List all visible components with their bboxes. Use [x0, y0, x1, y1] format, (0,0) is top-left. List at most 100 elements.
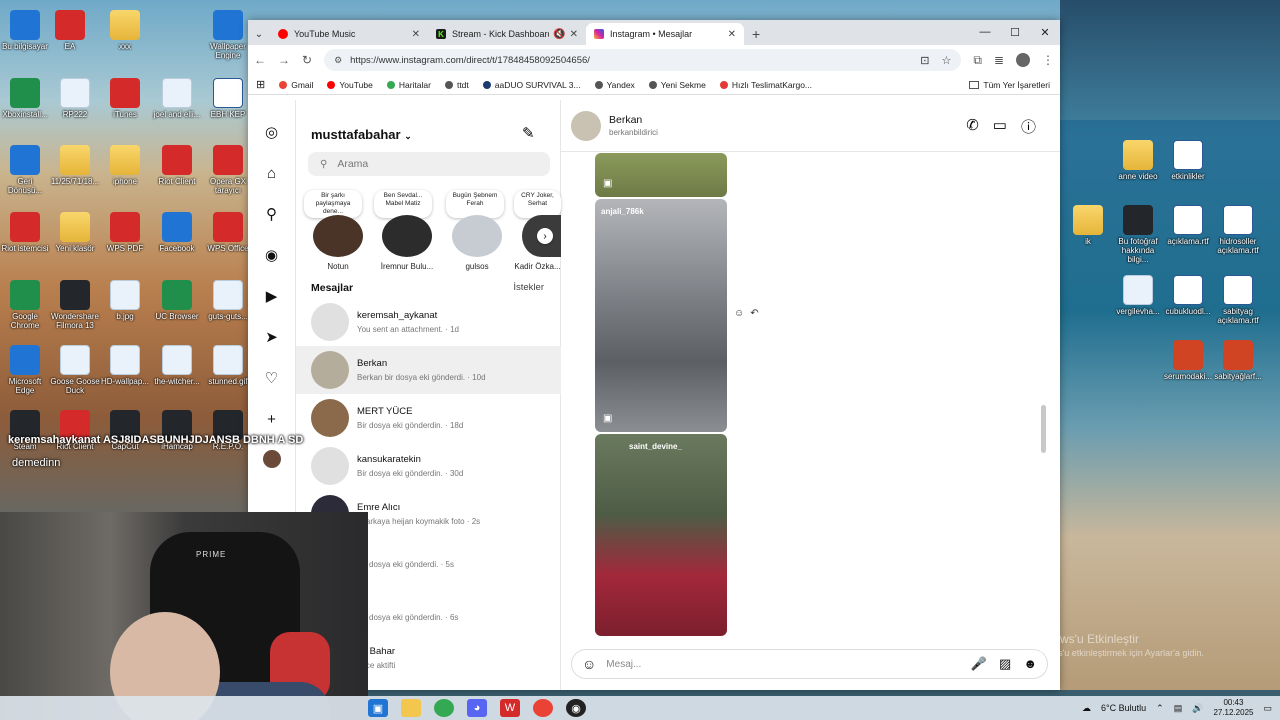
desktop-icon[interactable]: ik [1063, 205, 1113, 246]
bookmark-item[interactable]: ttdt [444, 80, 469, 90]
new-tab-icon[interactable]: + [752, 26, 760, 42]
back-icon[interactable]: ← [254, 53, 266, 67]
desktop-icon[interactable]: Wondershare Filmora 13 [50, 280, 100, 330]
chrome-icon[interactable] [533, 699, 553, 717]
maximize-icon[interactable]: ☐ [1000, 20, 1030, 44]
desktop-icon[interactable]: sabityag açıklama.rtf [1213, 275, 1263, 325]
network-icon[interactable]: ▤ [1174, 703, 1183, 714]
desktop-icon[interactable]: WPS PDF [100, 212, 150, 253]
bookmark-item[interactable]: aaDUO SURVIVAL 3... [482, 80, 581, 90]
shared-reel[interactable]: ▣ [595, 153, 727, 197]
chevron-right-icon[interactable]: › [537, 228, 553, 244]
wps-icon[interactable]: W [500, 699, 520, 717]
url-field[interactable]: ⚙ https://www.instagram.com/direct/t/178… [324, 49, 962, 71]
desktop-icon[interactable]: vergilevha... [1113, 275, 1163, 316]
conversation-row[interactable]: MERT YÜCE Bir dosya eki gönderdin. · 18d [296, 394, 561, 442]
desktop-icon[interactable]: joel and elli... [152, 78, 202, 119]
minimize-icon[interactable]: — [970, 20, 1000, 44]
explore-icon[interactable]: ◉ [262, 245, 282, 265]
note-avatar[interactable] [313, 215, 363, 257]
all-bookmarks[interactable]: Tüm Yer İşaretleri [969, 80, 1050, 90]
desktop-icon[interactable]: sabityağlarf... [1213, 340, 1263, 381]
desktop-icon[interactable]: b.jpg [100, 280, 150, 321]
desktop-icon[interactable]: stunned.gif [203, 345, 253, 386]
desktop-icon[interactable]: 11/25/71/18... [50, 145, 100, 186]
desktop-icon[interactable]: UC Browser [152, 280, 202, 321]
close-icon[interactable]: ✕ [728, 29, 736, 40]
obs-icon[interactable]: ◉ [566, 699, 586, 717]
profile-avatar[interactable] [262, 450, 281, 468]
desktop-icon[interactable]: Riot Client [152, 145, 202, 186]
desktop-icon[interactable]: RP222 [50, 78, 100, 119]
desktop-icon[interactable]: Wallpaper Engine [203, 10, 253, 60]
desktop-icon[interactable]: Google Chrome [0, 280, 50, 330]
create-plus-icon[interactable]: + [262, 409, 282, 429]
new-message-icon[interactable]: ✎ [522, 124, 535, 142]
tab-kick-dashboard[interactable]: K Stream - Kick Dashboard 🔇 ✕ [428, 23, 586, 45]
account-switcher[interactable]: musttafabahar ⌄ [311, 127, 412, 142]
video-call-icon[interactable]: ▭ [993, 116, 1007, 137]
message-input[interactable]: ☺ Mesaj... 🎤 ▨ ☻ [571, 649, 1048, 679]
desktop-icon[interactable]: serumodaki... [1163, 340, 1213, 381]
menu-icon[interactable]: ⋮ [1042, 53, 1054, 67]
emoji-react-icon[interactable]: ☺ [734, 308, 744, 319]
bookmark-item[interactable]: Yeni Sekme [648, 80, 706, 90]
desktop-icon[interactable]: iTunes [100, 78, 150, 119]
bookmark-item[interactable]: YouTube [327, 80, 373, 90]
desktop-icon[interactable]: hidrosoller açıklama.rtf [1213, 205, 1263, 255]
bookmark-item[interactable]: Gmail [279, 80, 313, 90]
site-info-icon[interactable]: ⚙ [334, 55, 342, 66]
note-bubble[interactable]: Ben Sevdal... Mabel Matiz [374, 190, 432, 218]
chevron-up-icon[interactable]: ⌃ [1156, 703, 1164, 714]
note-bubble[interactable]: Bir şarkı paylaşmaya dene... [304, 190, 362, 218]
desktop-icon[interactable]: the-witcher... [152, 345, 202, 386]
desktop-icon[interactable]: xxx [100, 10, 150, 51]
store-icon[interactable]: ▣ [368, 699, 388, 717]
desktop-icon[interactable]: Riot istemcisi [0, 212, 50, 253]
desktop-icon[interactable]: açıklama.rtf [1163, 205, 1213, 246]
search-input[interactable]: ⚲ Arama [308, 152, 550, 176]
desktop-icon[interactable]: Goose Goose Duck [50, 345, 100, 395]
note-bubble[interactable]: CRY Joker, Serhat [514, 190, 561, 218]
apps-grid-icon[interactable]: ⊞ [256, 78, 265, 91]
phone-icon[interactable]: ✆ [966, 116, 979, 137]
conversation-row[interactable]: Berkan Berkan bir dosya eki gönderdi. · 1… [296, 346, 561, 394]
desktop-icon[interactable]: Opera GX tarayıcı [203, 145, 253, 195]
image-icon[interactable]: ▨ [999, 656, 1011, 672]
requests-link[interactable]: İstekler [513, 282, 544, 293]
shared-reel[interactable]: saint_devine_ [595, 434, 727, 636]
desktop-icon[interactable]: cubukluodl... [1163, 275, 1213, 316]
desktop-icon[interactable]: Geri Dönüşü... [0, 145, 50, 195]
desktop-icon[interactable]: HD-wallpap... [100, 345, 150, 386]
desktop-icon[interactable]: Bu bilgisayar [0, 10, 50, 51]
notifications-heart-icon[interactable]: ♡ [262, 368, 282, 388]
media-icon[interactable]: ≣ [994, 53, 1004, 67]
contact-avatar[interactable] [571, 110, 601, 141]
folder-icon[interactable] [401, 699, 421, 717]
sticker-icon[interactable]: ☻ [1023, 656, 1037, 672]
bookmark-item[interactable]: Hızlı TeslimatKargo... [719, 80, 812, 90]
desktop-icon[interactable]: iphone [100, 145, 150, 186]
desktop-icon[interactable]: etkinlikler [1163, 140, 1213, 181]
chrome-icon[interactable] [434, 699, 454, 717]
tab-instagram[interactable]: Instagram • Mesajlar ✕ [586, 23, 744, 45]
bookmark-star-icon[interactable]: ☆ [941, 54, 951, 67]
tab-youtube-music[interactable]: YouTube Music ✕ [270, 23, 428, 45]
profile-avatar[interactable] [1016, 53, 1030, 67]
info-icon[interactable]: ⓘ [1021, 116, 1036, 137]
conversation-row[interactable]: kansukaratekin Bir dosya eki gönderdin. ·… [296, 442, 561, 490]
tab-search-icon[interactable]: ⌄ [248, 23, 270, 45]
notifications-icon[interactable]: ▭ [1263, 703, 1272, 714]
desktop-icon[interactable]: WPS Office [203, 212, 253, 253]
mute-icon[interactable]: 🔇 [553, 29, 565, 40]
bookmark-item[interactable]: Haritalar [386, 80, 431, 90]
install-app-icon[interactable]: ⊡ [920, 54, 929, 67]
reels-icon[interactable]: ▶ [262, 286, 282, 306]
messages-icon[interactable]: ➤ [262, 327, 282, 347]
emoji-icon[interactable]: ☺ [582, 656, 596, 672]
desktop-icon[interactable]: EA [45, 10, 95, 51]
desktop-icon[interactable]: Microsoft Edge [0, 345, 50, 395]
desktop-icon[interactable]: Yeni klasör [50, 212, 100, 253]
reload-icon[interactable]: ↻ [302, 53, 312, 67]
close-icon[interactable]: ✕ [412, 29, 420, 40]
